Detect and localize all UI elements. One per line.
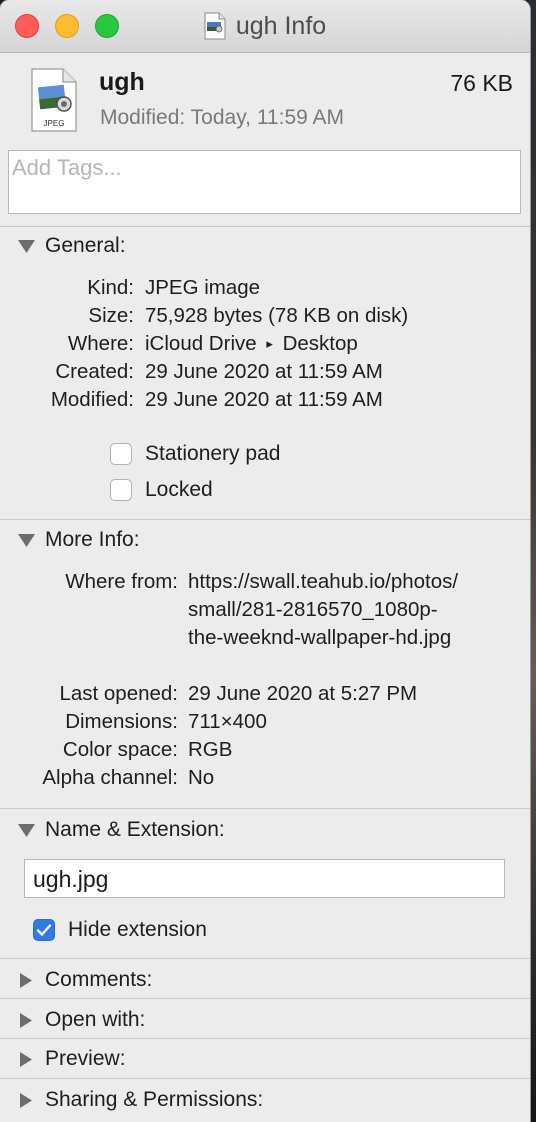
- divider: [0, 1038, 530, 1039]
- divider: [0, 226, 530, 227]
- where-from-url-line-2: small/281-2816570_1080p-: [188, 598, 438, 621]
- kind-label: Kind:: [87, 276, 134, 299]
- jpeg-file-icon: JPEG: [31, 68, 77, 132]
- dimensions-label: Dimensions:: [65, 710, 178, 733]
- tags-input[interactable]: Add Tags...: [8, 150, 521, 214]
- stationery-pad-label: Stationery pad: [145, 442, 281, 465]
- stationery-pad-checkbox[interactable]: [110, 443, 132, 465]
- modified-label: Modified:: [50, 388, 134, 411]
- general-section-label: General:: [45, 234, 126, 257]
- hide-extension-label: Hide extension: [68, 918, 207, 941]
- locked-label: Locked: [145, 478, 213, 501]
- hide-extension-option[interactable]: Hide extension: [33, 918, 207, 942]
- jpeg-file-icon: [204, 12, 226, 40]
- name-extension-section-label: Name & Extension:: [45, 818, 225, 841]
- stationery-pad-option[interactable]: Stationery pad: [110, 442, 280, 466]
- more-info-section-header[interactable]: More Info:: [17, 528, 140, 552]
- file-size: 76 KB: [450, 70, 513, 96]
- alpha-channel-label: Alpha channel:: [42, 766, 178, 789]
- color-space-label: Color space:: [62, 738, 178, 761]
- info-window: ugh Info JPEG ugh 76 KB Modified: Today,…: [0, 0, 530, 1122]
- where-from-url-line-1: https://swall.teahub.io/photos/: [188, 570, 459, 593]
- kind-value: JPEG image: [145, 276, 261, 299]
- name-extension-section-header[interactable]: Name & Extension:: [17, 818, 225, 842]
- last-opened-label: Last opened:: [59, 682, 178, 705]
- where-from-label: Where from:: [65, 570, 178, 593]
- filename-input[interactable]: ugh.jpg: [24, 859, 505, 898]
- dimensions-value: 711×400: [188, 710, 267, 733]
- color-space-value: RGB: [188, 738, 233, 761]
- where-label: Where:: [67, 332, 134, 355]
- divider: [0, 808, 530, 809]
- divider: [0, 1078, 530, 1079]
- disclosure-open-icon: [17, 239, 36, 254]
- checkmark-icon: [36, 924, 52, 936]
- title-bar[interactable]: ugh Info: [0, 0, 530, 53]
- window-title-group: ugh Info: [0, 0, 530, 52]
- divider: [0, 998, 530, 999]
- path-separator-icon: ▸: [266, 336, 273, 351]
- sharing-permissions-section-header[interactable]: Sharing & Permissions:: [17, 1088, 263, 1112]
- created-value: 29 June 2020 at 11:59 AM: [145, 360, 383, 383]
- locked-option[interactable]: Locked: [110, 478, 213, 502]
- disclosure-closed-icon: [17, 972, 36, 989]
- comments-section-header[interactable]: Comments:: [17, 968, 152, 992]
- comments-section-label: Comments:: [45, 968, 153, 991]
- preview-section-label: Preview:: [45, 1047, 126, 1070]
- preview-section-header[interactable]: Preview:: [17, 1047, 126, 1071]
- file-name: ugh: [99, 68, 145, 96]
- modified-value: 29 June 2020 at 11:59 AM: [145, 388, 383, 411]
- alpha-channel-value: No: [188, 766, 215, 789]
- size-label: Size:: [88, 304, 134, 327]
- general-section-header[interactable]: General:: [17, 234, 126, 258]
- divider: [0, 519, 530, 520]
- disclosure-open-icon: [17, 823, 36, 838]
- open-with-section-header[interactable]: Open with:: [17, 1008, 145, 1032]
- disclosure-closed-icon: [17, 1051, 36, 1068]
- last-opened-value: 29 June 2020 at 5:27 PM: [188, 682, 418, 705]
- where-folder: Desktop: [282, 332, 358, 355]
- size-value: 75,928 bytes (78 KB on disk): [145, 304, 409, 327]
- where-location: iCloud Drive: [145, 332, 257, 355]
- hide-extension-checkbox[interactable]: [33, 919, 55, 941]
- divider: [0, 958, 530, 959]
- open-with-section-label: Open with:: [45, 1008, 146, 1031]
- more-info-section-label: More Info:: [45, 528, 140, 551]
- jpeg-icon-label: JPEG: [44, 119, 65, 128]
- disclosure-closed-icon: [17, 1012, 36, 1029]
- window-title: ugh Info: [235, 11, 327, 40]
- created-label: Created:: [55, 360, 134, 383]
- locked-checkbox[interactable]: [110, 479, 132, 501]
- where-from-url-line-3: the-weeknd-wallpaper-hd.jpg: [188, 626, 452, 649]
- sharing-permissions-section-label: Sharing & Permissions:: [45, 1088, 264, 1111]
- modified-summary: Modified: Today, 11:59 AM: [100, 106, 344, 129]
- disclosure-closed-icon: [17, 1092, 36, 1109]
- where-value: iCloud Drive ▸ Desktop: [145, 332, 358, 356]
- disclosure-open-icon: [17, 533, 36, 548]
